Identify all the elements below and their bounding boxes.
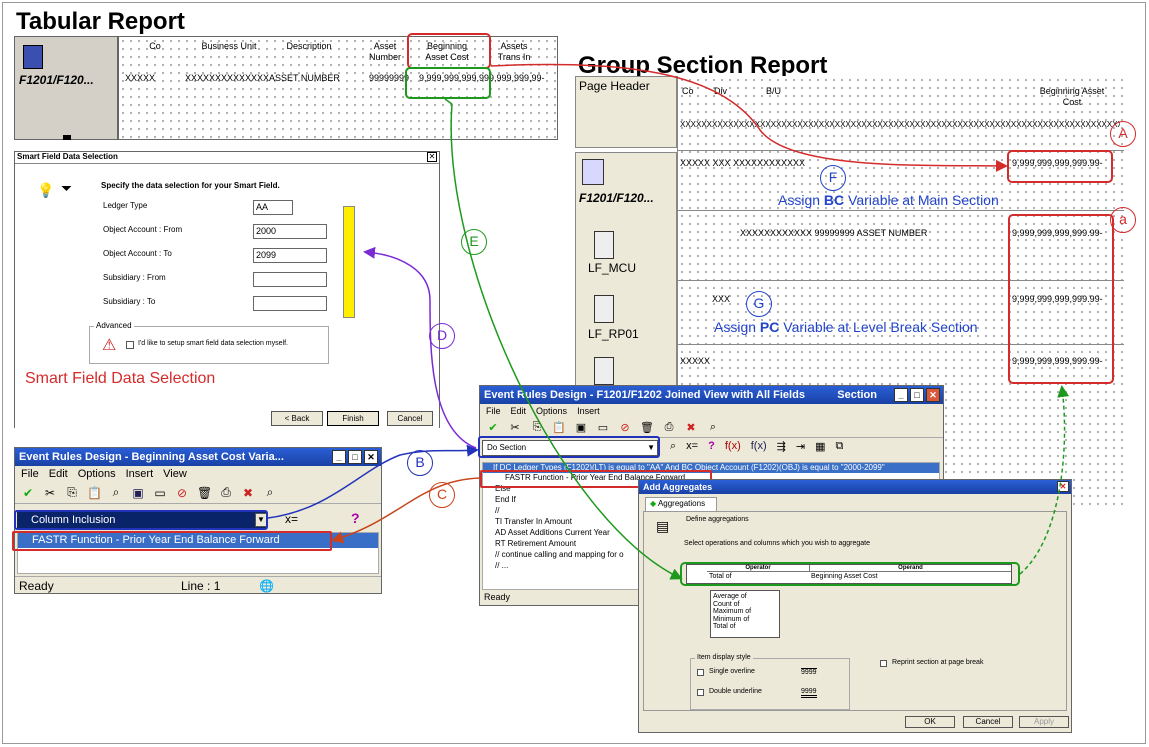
arrow-a <box>490 63 1008 172</box>
arrow-c <box>331 477 481 544</box>
marker-D: D <box>429 323 455 349</box>
marker-F: F <box>820 165 846 191</box>
connector-arrows <box>267 63 1070 747</box>
marker-G: G <box>746 291 772 317</box>
marker-B: B <box>407 450 433 476</box>
marker-E: E <box>461 229 487 255</box>
marker-a: a <box>1110 207 1136 233</box>
marker-C: C <box>429 482 455 508</box>
arrow-d <box>363 246 477 449</box>
arrow-e <box>444 98 680 578</box>
arrow-dashed <box>1019 385 1070 575</box>
marker-A: A <box>1110 121 1136 147</box>
